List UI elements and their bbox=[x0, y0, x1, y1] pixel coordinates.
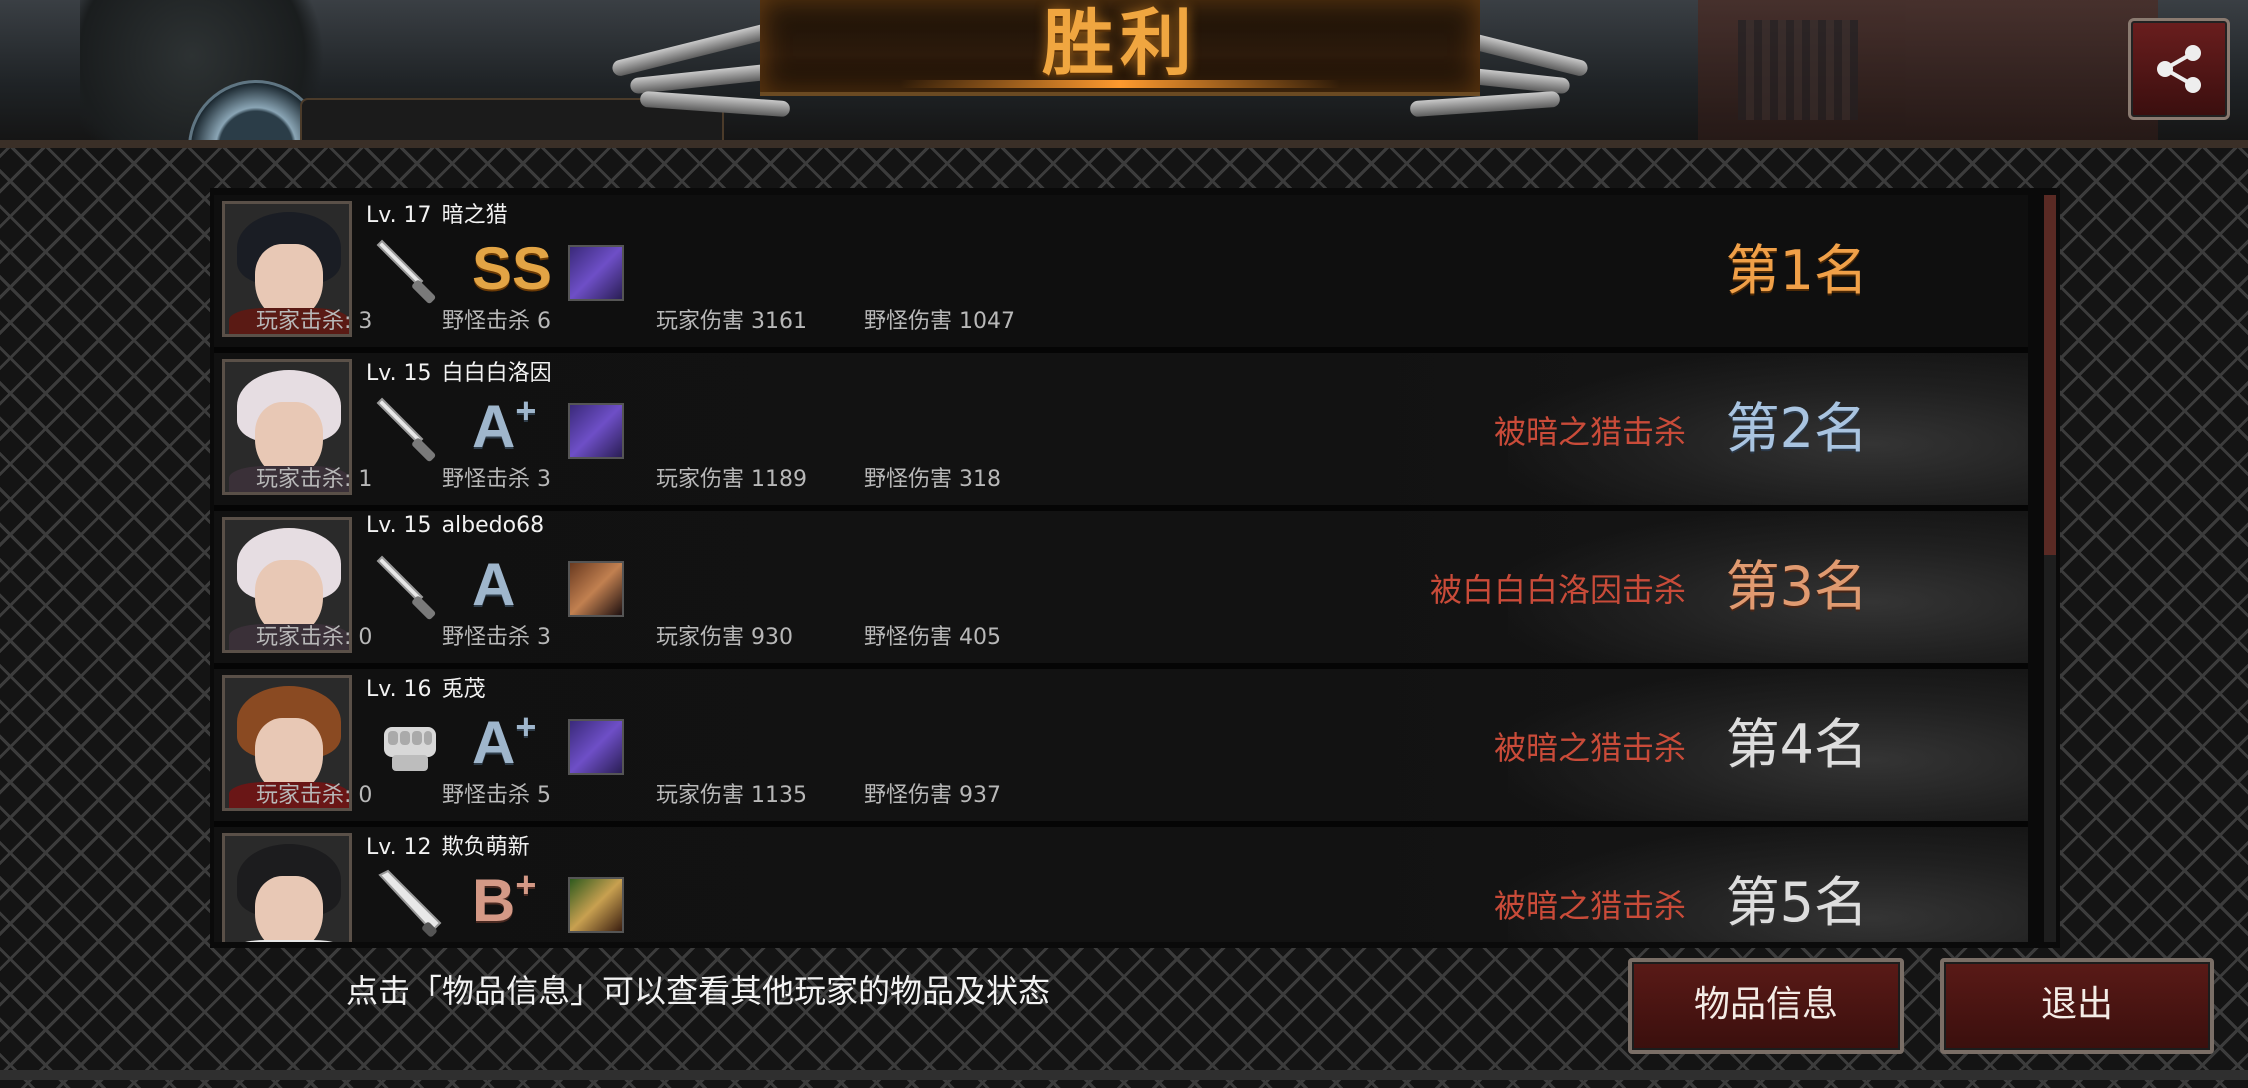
monster-kills: 野怪击杀 5 bbox=[442, 783, 551, 808]
equipped-item-icon[interactable] bbox=[568, 719, 624, 775]
player-result-row[interactable]: Lv. 16 兎茂 A+ 玩家击杀: 0 野怪击杀 5 玩家伤害 1135 野怪伤… bbox=[214, 669, 2028, 827]
player-level: Lv. 16 bbox=[366, 677, 432, 702]
equipped-item-icon[interactable] bbox=[568, 245, 624, 301]
rank-label: 第2名 bbox=[1725, 397, 1868, 460]
grade-letter: SS bbox=[472, 235, 553, 302]
rank-label: 第3名 bbox=[1725, 555, 1868, 618]
grade-letter: B bbox=[472, 867, 516, 934]
player-name: 兎茂 bbox=[441, 677, 486, 702]
player-result-row[interactable]: Lv. 17 暗之猎 SS 玩家击杀: 3 野怪击杀 6 玩家伤害 3161 野怪… bbox=[214, 195, 2028, 353]
player-result-row[interactable]: Lv. 12 欺负萌新 B+ 被暗之猎击杀 第5名 bbox=[214, 827, 2028, 942]
player-result-row[interactable]: Lv. 15 albedo68 A 玩家击杀: 0 野怪击杀 3 玩家伤害 930… bbox=[214, 511, 2028, 669]
equipped-item-icon[interactable] bbox=[568, 561, 624, 617]
player-level-name: Lv. 12 欺负萌新 bbox=[366, 829, 530, 861]
grade-plus: + bbox=[515, 706, 537, 747]
exit-button[interactable]: 退出 bbox=[1940, 958, 2214, 1054]
grade-badge: SS bbox=[472, 233, 552, 305]
player-kills: 玩家击杀: 0 bbox=[256, 783, 373, 808]
player-name: 白白白洛因 bbox=[441, 361, 552, 386]
monster-damage: 野怪伤害 318 bbox=[864, 467, 1001, 492]
knife-icon bbox=[374, 393, 446, 465]
player-level: Lv. 15 bbox=[366, 361, 432, 386]
player-level: Lv. 15 bbox=[366, 513, 432, 538]
player-level-name: Lv. 15 白白白洛因 bbox=[366, 355, 552, 387]
share-button[interactable] bbox=[2128, 18, 2230, 120]
grade-plus: + bbox=[515, 864, 537, 905]
rank-label: 第1名 bbox=[1725, 239, 1868, 302]
player-kills: 玩家击杀: 1 bbox=[256, 467, 373, 492]
player-result-row[interactable]: Lv. 15 白白白洛因 A+ 玩家击杀: 1 野怪击杀 3 玩家伤害 1189 … bbox=[214, 353, 2028, 511]
monster-damage: 野怪伤害 405 bbox=[864, 625, 1001, 650]
killed-by-text: 被暗之猎击杀 bbox=[1493, 729, 1686, 767]
monster-kills: 野怪击杀 3 bbox=[442, 625, 551, 650]
player-damage: 玩家伤害 1189 bbox=[656, 467, 807, 492]
player-damage: 玩家伤害 930 bbox=[656, 625, 793, 650]
rank-label: 第5名 bbox=[1725, 871, 1868, 934]
killed-by-text: 被暗之猎击杀 bbox=[1493, 887, 1686, 925]
title-glow bbox=[900, 80, 1340, 88]
title-plate: 胜利 bbox=[760, 0, 1480, 96]
scrollbar-thumb[interactable] bbox=[2044, 195, 2056, 555]
player-damage: 玩家伤害 1135 bbox=[656, 783, 807, 808]
player-level: Lv. 12 bbox=[366, 835, 432, 860]
player-level-name: Lv. 16 兎茂 bbox=[366, 671, 486, 703]
grade-letter: A bbox=[472, 709, 516, 776]
grade-badge: A+ bbox=[472, 707, 536, 779]
bottom-edge bbox=[0, 1070, 2248, 1080]
grade-plus: + bbox=[515, 390, 537, 431]
result-list-scrollbar[interactable] bbox=[2044, 195, 2056, 942]
result-list[interactable]: Lv. 17 暗之猎 SS 玩家击杀: 3 野怪击杀 6 玩家伤害 3161 野怪… bbox=[214, 195, 2028, 942]
player-damage: 玩家伤害 3161 bbox=[656, 309, 807, 334]
grade-badge: A bbox=[472, 549, 515, 621]
grade-badge: B+ bbox=[472, 865, 536, 937]
killed-by-text: 被暗之猎击杀 bbox=[1493, 413, 1686, 451]
player-level-name: Lv. 15 albedo68 bbox=[366, 513, 544, 538]
monster-damage: 野怪伤害 1047 bbox=[864, 309, 1015, 334]
equipped-item-icon[interactable] bbox=[568, 877, 624, 933]
knife-icon bbox=[374, 551, 446, 623]
grade-badge: A+ bbox=[472, 391, 536, 463]
player-kills: 玩家击杀: 3 bbox=[256, 309, 373, 334]
killed-by-text: 被白白白洛因击杀 bbox=[1429, 571, 1686, 609]
fist-icon bbox=[374, 709, 446, 781]
victory-title: 胜利 bbox=[1041, 1, 1198, 85]
player-level-name: Lv. 17 暗之猎 bbox=[366, 197, 508, 229]
player-name: 欺负萌新 bbox=[441, 835, 530, 860]
monster-kills: 野怪击杀 6 bbox=[442, 309, 551, 334]
monster-kills: 野怪击杀 3 bbox=[442, 467, 551, 492]
player-level: Lv. 17 bbox=[366, 203, 432, 228]
equipped-item-icon[interactable] bbox=[568, 403, 624, 459]
items-hint-text: 点击「物品信息」可以查看其他玩家的物品及状态 bbox=[346, 972, 1051, 1010]
bat-icon bbox=[374, 867, 446, 939]
player-name: 暗之猎 bbox=[441, 203, 508, 228]
grade-letter: A bbox=[472, 551, 516, 618]
knife-icon bbox=[374, 235, 446, 307]
rank-label: 第4名 bbox=[1725, 713, 1868, 776]
background-house bbox=[1698, 0, 2158, 140]
player-kills: 玩家击杀: 0 bbox=[256, 625, 373, 650]
monster-damage: 野怪伤害 937 bbox=[864, 783, 1001, 808]
grade-letter: A bbox=[472, 393, 516, 460]
share-icon bbox=[2157, 45, 2201, 93]
player-avatar bbox=[222, 833, 352, 942]
item-info-button[interactable]: 物品信息 bbox=[1628, 958, 1904, 1054]
player-name: albedo68 bbox=[441, 513, 545, 538]
